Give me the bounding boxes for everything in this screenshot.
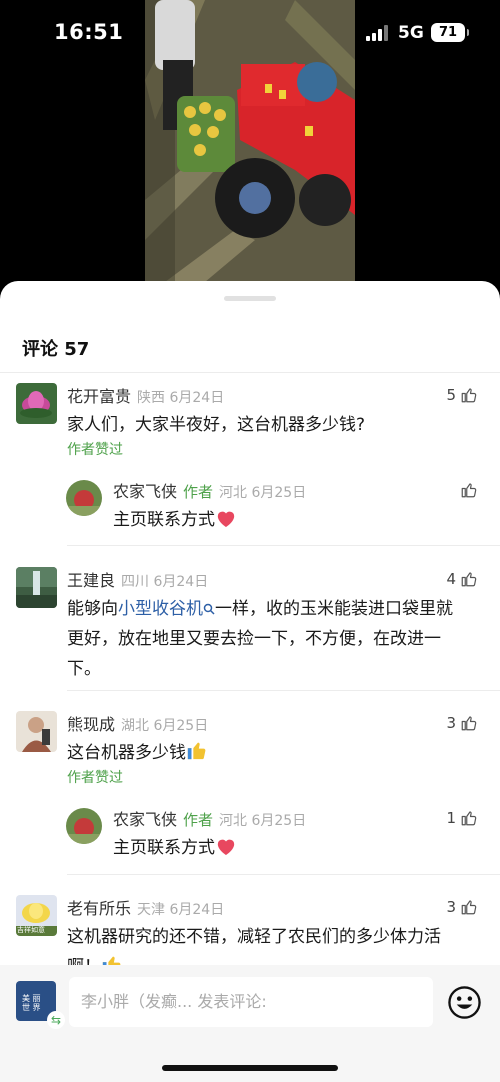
avatar[interactable] [16, 567, 57, 608]
comment-location: 湖北 6月25日 [121, 718, 209, 734]
comment-username[interactable]: 花开富贵 [67, 387, 131, 406]
comment-location: 四川 6月24日 [121, 574, 209, 590]
like-button[interactable] [460, 480, 478, 500]
comment-text: 能够向小型收谷机 一样，收的玉米能装进口袋里就更好，放在地里又要去捡一下，不方便，… [67, 599, 453, 679]
reply-username[interactable]: 农家飞侠 [113, 810, 177, 829]
comments-sheet: 评论 57 花开富贵 陕西 6月24日 5 家人们，大家半夜好，这台机器多少钱? … [0, 281, 500, 1082]
thumb-up-icon [461, 900, 477, 915]
signal-icon [366, 25, 390, 41]
like-count: 1 [446, 809, 456, 827]
search-link[interactable]: 小型收谷机 [118, 599, 215, 619]
emoji-icon[interactable] [447, 985, 482, 1020]
comment-meta: 王建良 四川 6月24日 [67, 567, 208, 591]
comment-text: 这台机器多少钱 [67, 738, 455, 768]
comment-meta: 花开富贵 陕西 6月24日 [67, 383, 224, 407]
comment-meta: 老有所乐 天津 6月24日 [67, 895, 224, 919]
thumb-up-emoji-icon [187, 742, 206, 760]
heart-icon [217, 511, 235, 528]
reply-meta: 农家飞侠 作者 河北 6月25日 [113, 478, 306, 502]
avatar[interactable] [66, 480, 102, 516]
comment-username[interactable]: 老有所乐 [67, 899, 131, 918]
like-button[interactable]: 5 [446, 385, 478, 405]
switch-icon[interactable]: ⇆ [47, 1011, 65, 1029]
comment-meta: 熊现成 湖北 6月25日 [67, 711, 208, 735]
avatar[interactable]: 吉祥如意 [16, 895, 57, 936]
avatar[interactable] [16, 711, 57, 752]
like-count: 3 [446, 898, 456, 916]
like-button[interactable]: 3 [446, 897, 478, 917]
author-liked-tag: 作者赞过 [67, 442, 123, 458]
author-liked-tag: 作者赞过 [67, 770, 123, 786]
comments-count-title: 评论 57 [22, 339, 90, 360]
battery-icon: 71 [431, 23, 469, 42]
author-badge: 作者 [183, 483, 214, 501]
comment-location: 陕西 6月24日 [137, 390, 225, 406]
comment-username[interactable]: 熊现成 [67, 715, 115, 734]
divider [0, 372, 500, 373]
avatar-caption: 吉祥如意 [17, 926, 45, 934]
like-count: 5 [446, 386, 456, 404]
reply-meta: 农家飞侠 作者 河北 6月25日 [113, 806, 306, 830]
comment-username[interactable]: 王建良 [67, 571, 115, 590]
reply-location: 河北 6月25日 [219, 485, 307, 501]
comment-input[interactable]: 李小胖（发癫... 发表评论: [69, 977, 433, 1027]
heart-icon [217, 839, 235, 856]
author-badge: 作者 [183, 811, 214, 829]
search-icon [203, 603, 215, 615]
like-count: 3 [446, 714, 456, 732]
comment-text: 家人们，大家半夜好，这台机器多少钱? [67, 415, 366, 435]
like-button[interactable]: 1 [446, 808, 478, 828]
divider [67, 874, 500, 875]
thumb-up-icon [461, 572, 477, 587]
drag-handle[interactable] [224, 296, 276, 301]
thumb-up-icon [461, 483, 477, 498]
avatar[interactable] [16, 383, 57, 424]
reply-username[interactable]: 农家飞侠 [113, 482, 177, 501]
status-time: 16:51 [54, 20, 124, 44]
reply-text: 主页联系方式 [113, 833, 500, 863]
reply-location: 河北 6月25日 [219, 813, 307, 829]
home-indicator [162, 1065, 338, 1071]
comment-location: 天津 6月24日 [137, 902, 225, 918]
divider [67, 690, 500, 691]
reply-text: 主页联系方式 [113, 505, 500, 535]
like-button[interactable]: 4 [446, 569, 478, 589]
divider [67, 545, 500, 546]
thumb-up-icon [461, 716, 477, 731]
my-avatar-text: 美 丽 世 界 [22, 994, 41, 1012]
avatar[interactable] [66, 808, 102, 844]
thumb-up-icon [461, 388, 477, 403]
status-bar: 16:51 5G 71 [0, 0, 500, 66]
thumb-up-icon [461, 811, 477, 826]
like-button[interactable]: 3 [446, 713, 478, 733]
network-label: 5G [398, 23, 424, 43]
comment-input-bar: 美 丽 世 界 ⇆ 李小胖（发癫... 发表评论: [0, 965, 500, 1082]
like-count: 4 [446, 570, 456, 588]
